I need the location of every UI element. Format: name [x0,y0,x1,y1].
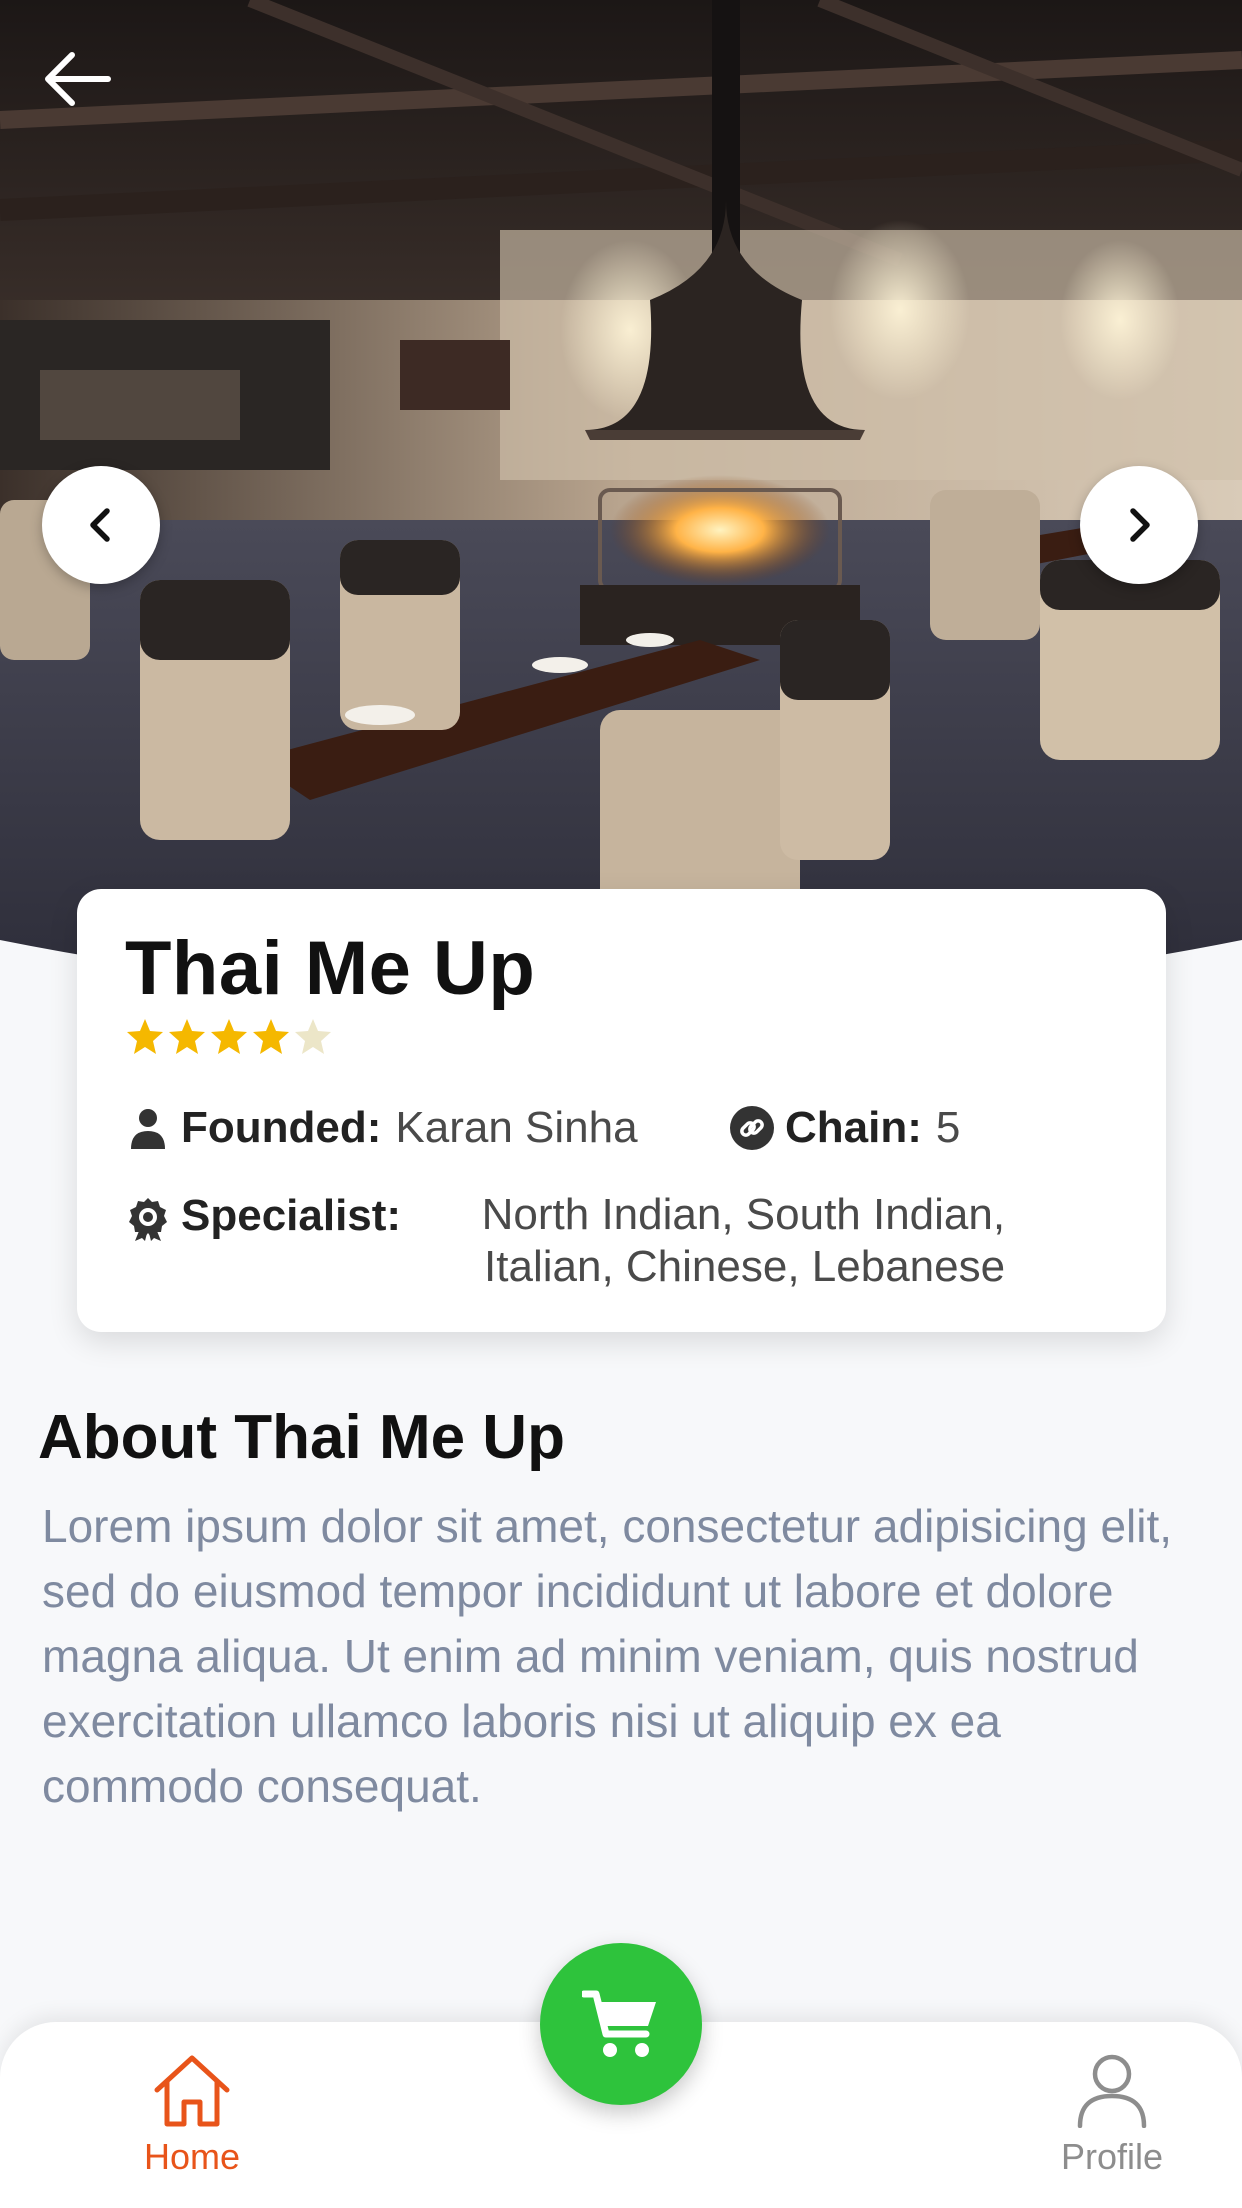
nav-home[interactable]: Home [102,2052,282,2192]
back-button[interactable] [38,40,116,118]
restaurant-info-card: Thai Me Up Founded: Karan Sinha Chain: 5 [77,889,1166,1332]
star-filled-icon [169,1019,205,1054]
specialist-value: North Indian, South Indian, Italian, Chi… [481,1190,1006,1291]
founded-row: Founded: Karan Sinha [125,1103,638,1153]
nav-home-label: Home [143,2136,241,2177]
cart-icon [582,1990,656,2057]
previous-image-button[interactable] [42,466,160,584]
hero-image [0,0,1242,980]
star-filled-icon [253,1019,289,1054]
about-title: About Thai Me Up [38,1403,565,1472]
star-empty-icon [295,1019,331,1054]
profile-icon [1077,2054,1147,2128]
arrow-left-icon [45,52,111,106]
chevron-right-icon [1130,508,1150,542]
nav-profile[interactable]: Profile [1022,2052,1202,2192]
chain-value: 5 [935,1103,961,1152]
about-description: Lorem ipsum dolor sit amet, consectetur … [42,1500,1173,1812]
restaurant-interior-photo [0,0,1242,980]
chain-label: Chain: [785,1103,922,1152]
specialist-label: Specialist: [181,1191,402,1240]
award-icon [129,1198,167,1241]
chevron-left-icon [90,508,110,542]
star-rating [125,1017,333,1061]
founded-label: Founded: [181,1103,382,1152]
home-icon [154,2055,230,2127]
star-filled-icon [127,1019,163,1054]
restaurant-name: Thai Me Up [125,926,536,1011]
nav-profile-label: Profile [1060,2136,1164,2177]
cart-button[interactable] [540,1943,702,2105]
person-icon [131,1109,165,1149]
link-icon [730,1106,774,1150]
star-filled-icon [211,1019,247,1054]
next-image-button[interactable] [1080,466,1198,584]
chain-row: Chain: 5 [729,1103,960,1153]
founded-value: Karan Sinha [395,1103,638,1152]
specialist-row: Specialist: North Indian, South Indian, … [125,1190,1006,1293]
